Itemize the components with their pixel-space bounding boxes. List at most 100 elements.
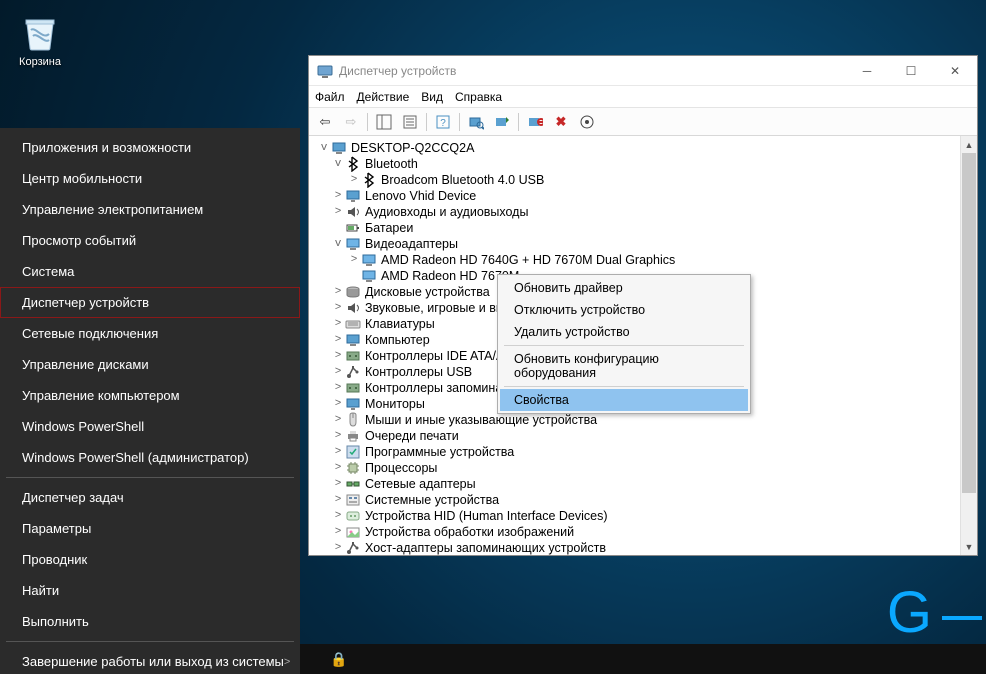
expander-icon[interactable]: v — [317, 142, 331, 154]
expander-icon[interactable]: > — [331, 398, 345, 410]
winx-item[interactable]: Диспетчер задач — [0, 482, 300, 513]
tree-node[interactable]: >Очереди печати — [311, 428, 960, 444]
close-button[interactable]: ✕ — [933, 56, 977, 86]
monitor-icon — [345, 188, 361, 204]
tree-node[interactable]: >Сетевые адаптеры — [311, 476, 960, 492]
tree-node[interactable]: Батареи — [311, 220, 960, 236]
winx-item-label: Windows PowerShell (администратор) — [22, 450, 249, 465]
winx-item[interactable]: Просмотр событий — [0, 225, 300, 256]
tree-node[interactable]: >Процессоры — [311, 460, 960, 476]
properties-button[interactable] — [398, 111, 422, 133]
tree-node-label: Программные устройства — [365, 445, 514, 459]
tree-node[interactable]: >Мыши и иные указывающие устройства — [311, 412, 960, 428]
winx-item[interactable]: Завершение работы или выход из системы> — [0, 646, 300, 674]
winx-item[interactable]: Windows PowerShell (администратор) — [0, 442, 300, 473]
winx-item[interactable]: Управление компьютером — [0, 380, 300, 411]
winx-item[interactable]: Диспетчер устройств — [0, 287, 300, 318]
context-menu-item[interactable]: Обновить драйвер — [500, 277, 748, 299]
menu-view[interactable]: Вид — [421, 90, 443, 104]
uninstall-button[interactable]: ✖ — [549, 111, 573, 133]
expander-icon[interactable]: > — [347, 174, 361, 186]
expander-icon[interactable]: > — [331, 190, 345, 202]
expander-icon[interactable]: > — [331, 302, 345, 314]
scrollbar-thumb[interactable] — [962, 153, 976, 493]
expander-icon[interactable]: v — [331, 158, 345, 170]
help-button[interactable]: ? — [431, 111, 455, 133]
disable-button[interactable] — [523, 111, 547, 133]
winx-item[interactable]: Центр мобильности — [0, 163, 300, 194]
scroll-down-button[interactable]: ▼ — [961, 538, 977, 555]
battery-icon — [345, 220, 361, 236]
tree-node[interactable]: >Устройства HID (Human Interface Devices… — [311, 508, 960, 524]
expander-icon[interactable]: > — [331, 446, 345, 458]
expander-icon[interactable]: > — [331, 350, 345, 362]
recycle-bin-desktop-icon[interactable]: Корзина — [6, 10, 74, 68]
scroll-up-button[interactable]: ▲ — [961, 136, 977, 153]
expander-icon[interactable]: > — [331, 366, 345, 378]
bt-icon — [361, 172, 377, 188]
expander-icon[interactable]: > — [347, 254, 361, 266]
expander-icon[interactable]: > — [331, 206, 345, 218]
add-legacy-button[interactable] — [575, 111, 599, 133]
show-hide-tree-button[interactable] — [372, 111, 396, 133]
menu-action[interactable]: Действие — [357, 90, 410, 104]
menu-file[interactable]: Файл — [315, 90, 345, 104]
winx-item-label: Управление электропитанием — [22, 202, 203, 217]
tree-node-label: Bluetooth — [365, 157, 418, 171]
expander-icon[interactable]: > — [331, 414, 345, 426]
titlebar[interactable]: Диспетчер устройств ─ ☐ ✕ — [309, 56, 977, 86]
winx-item[interactable]: Проводник — [0, 544, 300, 575]
maximize-button[interactable]: ☐ — [889, 56, 933, 86]
winx-item[interactable]: Сетевые подключения — [0, 318, 300, 349]
tree-node[interactable]: >Системные устройства — [311, 492, 960, 508]
tree-node[interactable]: >Хост-адаптеры запоминающих устройств — [311, 540, 960, 555]
winx-item[interactable]: Управление электропитанием — [0, 194, 300, 225]
winx-item[interactable]: Найти — [0, 575, 300, 606]
tree-node[interactable]: >Broadcom Bluetooth 4.0 USB — [311, 172, 960, 188]
winx-item[interactable]: Приложения и возможности — [0, 132, 300, 163]
winx-item[interactable]: Параметры — [0, 513, 300, 544]
expander-icon[interactable]: > — [331, 318, 345, 330]
forward-button[interactable]: ⇨ — [339, 111, 363, 133]
expander-icon[interactable]: > — [331, 526, 345, 538]
winx-item[interactable]: Windows PowerShell — [0, 411, 300, 442]
expander-icon[interactable]: > — [331, 430, 345, 442]
back-button[interactable]: ⇦ — [313, 111, 337, 133]
tree-root[interactable]: vDESKTOP-Q2CCQ2A — [311, 140, 960, 156]
winx-item[interactable]: Управление дисками — [0, 349, 300, 380]
context-menu-item[interactable]: Свойства — [500, 389, 748, 411]
tree-node[interactable]: vВидеоадаптеры — [311, 236, 960, 252]
winx-item-label: Система — [22, 264, 74, 279]
expander-icon[interactable]: > — [331, 462, 345, 474]
winx-item[interactable]: Система — [0, 256, 300, 287]
expander-icon[interactable]: > — [331, 494, 345, 506]
net-icon — [345, 476, 361, 492]
tree-node[interactable]: > Программные устройства — [311, 444, 960, 460]
scan-hardware-button[interactable] — [464, 111, 488, 133]
expander-icon[interactable]: > — [331, 334, 345, 346]
recycle-bin-icon — [19, 10, 61, 52]
expander-icon[interactable]: > — [331, 286, 345, 298]
window-title: Диспетчер устройств — [339, 64, 456, 78]
expander-icon[interactable]: v — [331, 238, 345, 250]
minimize-button[interactable]: ─ — [845, 56, 889, 86]
context-menu-item[interactable]: Обновить конфигурацию оборудования — [500, 348, 748, 384]
tree-node[interactable]: v Bluetooth — [311, 156, 960, 172]
taskbar-lock-icon[interactable]: 🔒 — [330, 651, 347, 668]
tree-node[interactable]: >AMD Radeon HD 7640G + HD 7670M Dual Gra… — [311, 252, 960, 268]
expander-icon[interactable]: > — [331, 478, 345, 490]
context-menu-item[interactable]: Отключить устройство — [500, 299, 748, 321]
tree-node[interactable]: >Устройства обработки изображений — [311, 524, 960, 540]
expander-icon[interactable]: > — [331, 382, 345, 394]
update-driver-button[interactable] — [490, 111, 514, 133]
menu-help[interactable]: Справка — [455, 90, 502, 104]
menu-separator — [6, 641, 294, 642]
expander-icon[interactable]: > — [331, 542, 345, 554]
winx-item[interactable]: Выполнить — [0, 606, 300, 637]
vertical-scrollbar[interactable]: ▲ ▼ — [960, 136, 977, 555]
device-manager-icon — [317, 63, 333, 79]
tree-node[interactable]: >Аудиовходы и аудиовыходы — [311, 204, 960, 220]
expander-icon[interactable]: > — [331, 510, 345, 522]
context-menu-item[interactable]: Удалить устройство — [500, 321, 748, 343]
tree-node[interactable]: >Lenovo Vhid Device — [311, 188, 960, 204]
